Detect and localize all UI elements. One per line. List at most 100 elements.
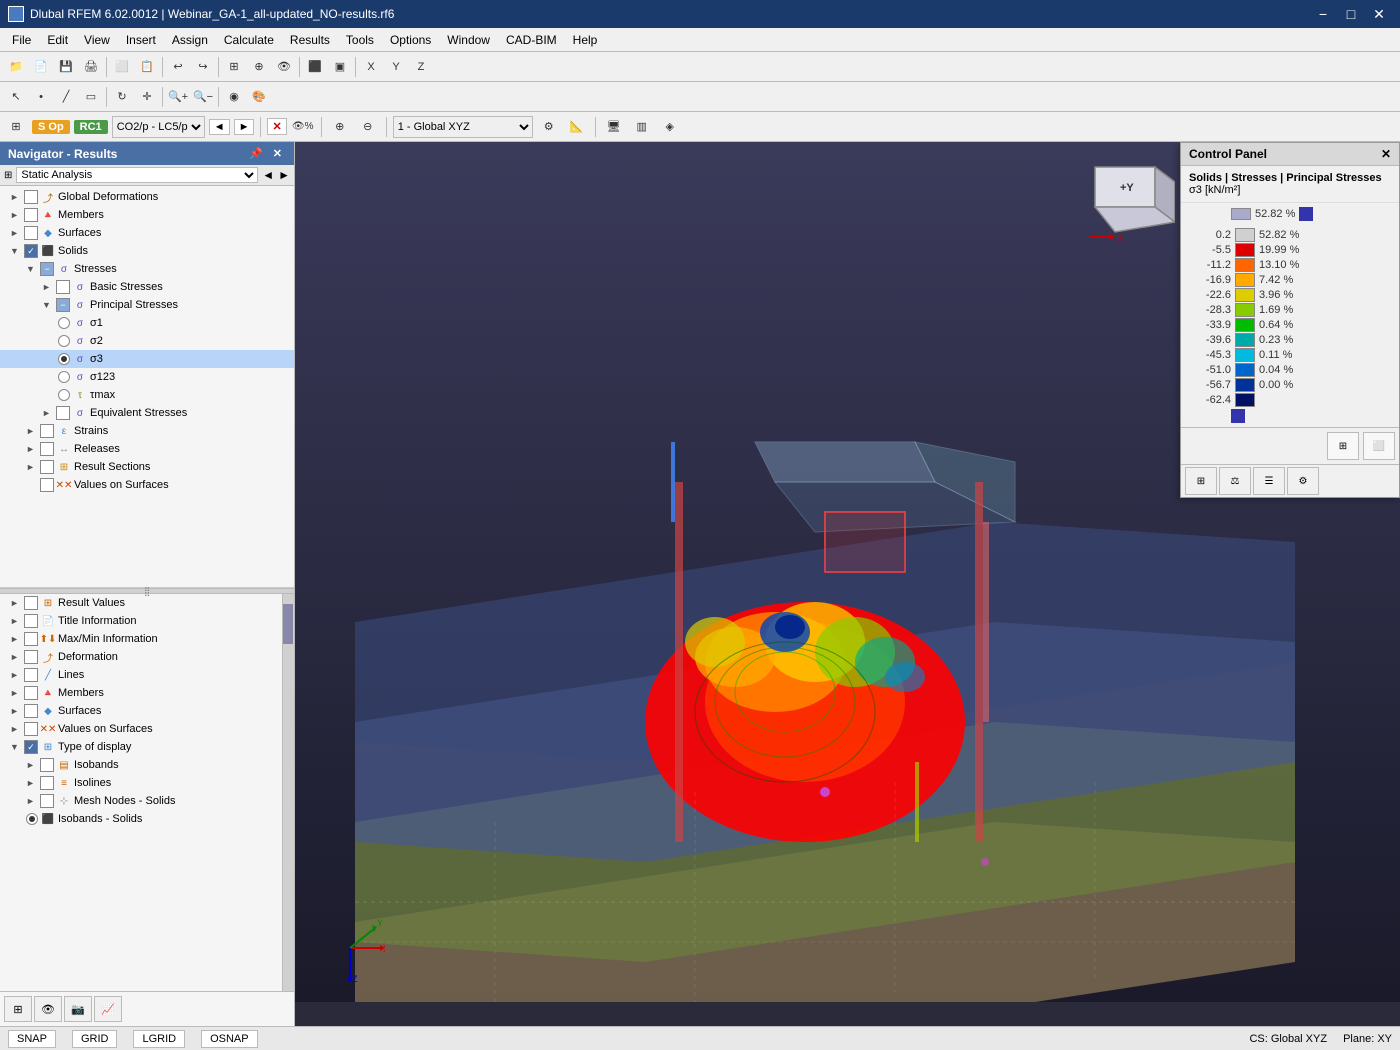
nav-pin-btn[interactable]: 📌: [245, 146, 267, 161]
toolbar-btn-rotate[interactable]: ↻: [110, 85, 134, 109]
tree-global-deformations[interactable]: ► ⤴ Global Deformations: [0, 188, 294, 206]
cb-str[interactable]: [40, 424, 54, 438]
menu-item-options[interactable]: Options: [382, 31, 439, 49]
nav-btn-camera[interactable]: 📷: [64, 996, 92, 1022]
sb-snap[interactable]: SNAP: [8, 1030, 56, 1048]
cb-mm[interactable]: [24, 632, 38, 646]
toolbar-btn-open[interactable]: 📁: [4, 55, 28, 79]
cb-ps[interactable]: −: [56, 298, 70, 312]
cb-gd[interactable]: [24, 190, 38, 204]
toolbar-btn-xz[interactable]: Z: [409, 55, 433, 79]
menu-item-results[interactable]: Results: [282, 31, 338, 49]
orientation-cube[interactable]: +Y X: [1075, 147, 1175, 247]
show-all-btn[interactable]: ⊕: [328, 115, 352, 139]
eye-btn[interactable]: 👁%: [291, 115, 315, 139]
nav-results-btn[interactable]: ⊞: [4, 115, 28, 139]
cb-rel[interactable]: [40, 442, 54, 456]
radio-s3[interactable]: [58, 353, 70, 365]
tree-members[interactable]: ► 🔺 Members: [0, 206, 294, 224]
menu-item-view[interactable]: View: [76, 31, 118, 49]
menu-item-assign[interactable]: Assign: [164, 31, 216, 49]
toolbar-btn-redo[interactable]: ↪: [191, 55, 215, 79]
cb-meml[interactable]: [24, 686, 38, 700]
toolbar-btn-snap[interactable]: ⊕: [247, 55, 271, 79]
cp-tab-view[interactable]: ⚖: [1219, 467, 1251, 495]
toolbar-btn-wire[interactable]: ▣: [328, 55, 352, 79]
tree-title-info[interactable]: ► 📄 Title Information: [0, 612, 294, 630]
view-select[interactable]: 1 - Global XYZ: [393, 116, 533, 138]
cb-lines[interactable]: [24, 668, 38, 682]
cb-stress[interactable]: −: [40, 262, 54, 276]
toolbar-btn-line[interactable]: ╱: [54, 85, 78, 109]
tree-result-sections[interactable]: ► ⊞ Result Sections: [0, 458, 294, 476]
nav-analysis-select[interactable]: Static Analysis: [16, 167, 258, 183]
load-combo-select[interactable]: CO2/p - LC5/p: [112, 116, 205, 138]
tree-lines[interactable]: ► ╱ Lines: [0, 666, 294, 684]
tree-equiv-stresses[interactable]: ► σ Equivalent Stresses: [0, 404, 294, 422]
tree-type-display[interactable]: ▼ ✓ ⊞ Type of display: [0, 738, 294, 756]
menu-item-calculate[interactable]: Calculate: [216, 31, 282, 49]
cb-surf[interactable]: [24, 226, 38, 240]
cb-mem[interactable]: [24, 208, 38, 222]
nav-close-btn[interactable]: ✕: [269, 146, 286, 161]
tree-mesh-nodes-solids[interactable]: ► ⊹ Mesh Nodes - Solids: [0, 792, 294, 810]
radio-s2[interactable]: [58, 335, 70, 347]
tree-sigma1[interactable]: σ σ1: [0, 314, 294, 332]
sb-lgrid[interactable]: LGRID: [133, 1030, 185, 1048]
cp-tab-settings[interactable]: ⚙: [1287, 467, 1319, 495]
toolbar-btn-yz[interactable]: Y: [384, 55, 408, 79]
cb-mns[interactable]: [40, 794, 54, 808]
cb-bs[interactable]: [56, 280, 70, 294]
toolbar-btn-xyz[interactable]: X: [359, 55, 383, 79]
cb-isol[interactable]: [40, 776, 54, 790]
s-op-badge[interactable]: S Op: [32, 120, 70, 134]
nav-btn-graph[interactable]: 📈: [94, 996, 122, 1022]
clear-results-btn[interactable]: ✕: [267, 118, 286, 135]
next-lc-btn[interactable]: ►: [234, 119, 255, 135]
nav-prev-btn[interactable]: ◄: [262, 168, 274, 182]
tree-basic-stresses[interactable]: ► σ Basic Stresses: [0, 278, 294, 296]
rc-badge[interactable]: RC1: [74, 120, 108, 134]
hide-all-btn[interactable]: ⊖: [356, 115, 380, 139]
toolbar-btn-paste[interactable]: 📋: [135, 55, 159, 79]
menu-item-help[interactable]: Help: [565, 31, 606, 49]
cb-vs[interactable]: [40, 478, 54, 492]
cb-rs[interactable]: [40, 460, 54, 474]
tree-sigma3[interactable]: σ σ3: [0, 350, 294, 368]
toolbar-btn-color[interactable]: 🎨: [247, 85, 271, 109]
toolbar-btn-view[interactable]: 👁: [272, 55, 296, 79]
tree-values-surfaces-lower[interactable]: ► ✕✕ Values on Surfaces: [0, 720, 294, 738]
cb-def[interactable]: [24, 650, 38, 664]
viewport[interactable]: +Y X X Y Z: [295, 142, 1400, 1026]
menu-item-tools[interactable]: Tools: [338, 31, 382, 49]
tree-releases[interactable]: ► ↔ Releases: [0, 440, 294, 458]
menu-item-edit[interactable]: Edit: [39, 31, 76, 49]
minimize-button[interactable]: −: [1310, 4, 1336, 24]
toolbar-btn-zoom-out[interactable]: 🔍−: [191, 85, 215, 109]
toolbar-btn-grid[interactable]: ⊞: [222, 55, 246, 79]
view-settings-btn[interactable]: ⚙: [537, 115, 561, 139]
menu-item-insert[interactable]: Insert: [118, 31, 164, 49]
close-button[interactable]: ✕: [1366, 4, 1392, 24]
tree-isobands-solids[interactable]: ⬛ Isobands - Solids: [0, 810, 294, 828]
toolbar-btn-copy[interactable]: ⬜: [110, 55, 134, 79]
toolbar-btn-surface[interactable]: ▭: [79, 85, 103, 109]
nav-btn-eye[interactable]: 👁: [34, 996, 62, 1022]
display-settings-btn[interactable]: 🖥: [602, 115, 626, 139]
tree-maxmin[interactable]: ► ⬆⬇ Max/Min Information: [0, 630, 294, 648]
layer-btn[interactable]: ▥: [630, 115, 654, 139]
tree-isobands[interactable]: ► ▤ Isobands: [0, 756, 294, 774]
menu-item-file[interactable]: File: [4, 31, 39, 49]
tree-solids[interactable]: ▼ ✓ ⬛ Solids: [0, 242, 294, 260]
tree-tmax[interactable]: τ τmax: [0, 386, 294, 404]
prev-lc-btn[interactable]: ◄: [209, 119, 230, 135]
toolbar-btn-move[interactable]: ✛: [135, 85, 159, 109]
sb-grid[interactable]: GRID: [72, 1030, 118, 1048]
nav-btn-table[interactable]: ⊞: [4, 996, 32, 1022]
radio-tmax[interactable]: [58, 389, 70, 401]
cb-surfl[interactable]: [24, 704, 38, 718]
radio-isbs[interactable]: [26, 813, 38, 825]
toolbar-btn-zoom-in[interactable]: 🔍+: [166, 85, 190, 109]
tree-surfaces[interactable]: ► ◆ Surfaces: [0, 224, 294, 242]
tree-result-values[interactable]: ► ⊞ Result Values: [0, 594, 294, 612]
